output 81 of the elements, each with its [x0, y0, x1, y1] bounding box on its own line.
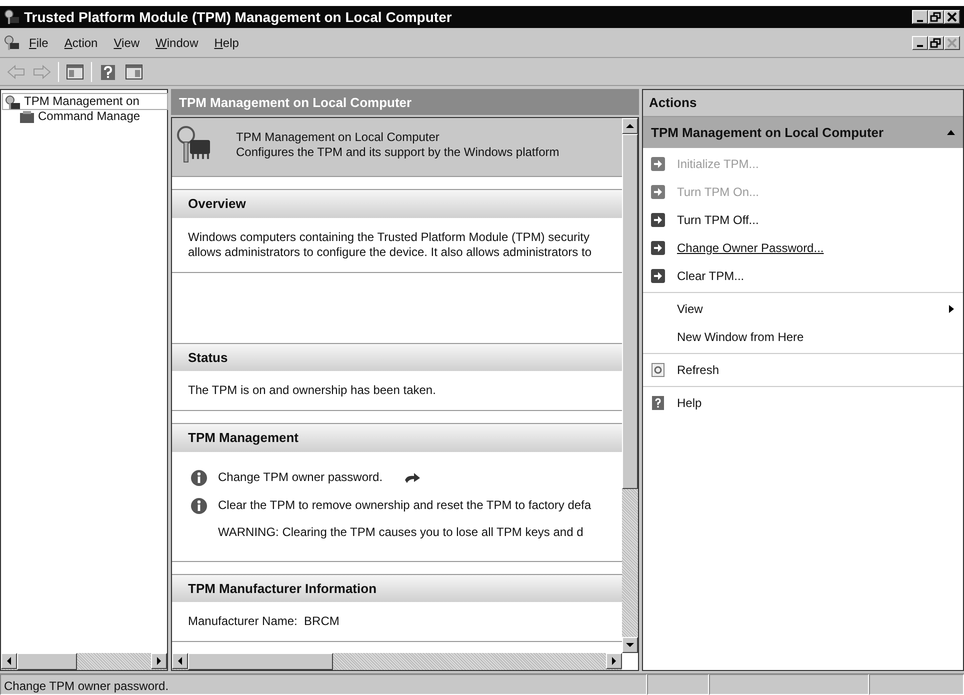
- scroll-thumb[interactable]: [622, 134, 638, 489]
- pane-title: TPM Management on Local Computer: [171, 89, 639, 115]
- app-icon: [4, 9, 20, 25]
- minimize-icon: [917, 45, 923, 47]
- banner-title: TPM Management on Local Computer: [236, 130, 440, 145]
- right-arrow-icon: [155, 657, 163, 665]
- pane-command[interactable]: Turn TPM Off...: [643, 206, 963, 234]
- menu-item[interactable]: Window: [148, 32, 206, 54]
- tree-item[interactable]: TPM Management on: [3, 94, 167, 109]
- pane-command[interactable]: Clear TPM...: [643, 262, 963, 290]
- pane-command[interactable]: Change Owner Password...: [643, 234, 963, 262]
- info-icon: [190, 468, 208, 486]
- link-arrow-icon[interactable]: [402, 472, 421, 484]
- menu-item[interactable]: Action: [57, 32, 105, 54]
- close-icon: [945, 11, 959, 23]
- submenu-arrow-icon: [949, 305, 955, 313]
- menu-item[interactable]: View: [106, 32, 147, 54]
- show-actions-button[interactable]: [124, 62, 144, 80]
- info-icon: [190, 496, 208, 514]
- arrow-icon: [651, 213, 665, 227]
- scroll-right-button[interactable]: [606, 653, 622, 669]
- menu-item[interactable]: File: [22, 32, 56, 54]
- arrow-icon: [651, 185, 665, 199]
- section-header: TPM Management: [172, 423, 622, 452]
- scroll-left-button[interactable]: [1, 653, 17, 669]
- vertical-scrollbar[interactable]: [622, 118, 638, 653]
- banner-description: Configures the TPM and its support by the Windows platform: [236, 145, 560, 160]
- scroll-thumb[interactable]: [188, 653, 333, 670]
- arrow-icon: [651, 241, 665, 255]
- pane-command[interactable]: Help: [643, 389, 963, 417]
- arrow-icon: [651, 157, 665, 171]
- restore-icon: [929, 11, 943, 23]
- menu-item[interactable]: Help: [207, 32, 246, 54]
- close-button[interactable]: [944, 36, 960, 50]
- section-header: TPM Manufacturer Information: [172, 574, 622, 602]
- status-text: Change TPM owner password.: [0, 674, 647, 695]
- key-icon: [5, 94, 21, 108]
- scroll-thumb[interactable]: [17, 653, 77, 670]
- up-arrow-icon: [626, 122, 634, 130]
- warning-text: WARNING: Clearing the TPM causes you to lose all TPM keys and d: [218, 524, 584, 540]
- pane-command[interactable]: Refresh: [643, 356, 963, 384]
- minimize-icon: [917, 20, 923, 22]
- pane-title: Actions: [643, 90, 963, 116]
- refresh-icon: [651, 363, 665, 377]
- help-icon: [651, 396, 665, 410]
- minimize-button[interactable]: [912, 10, 928, 24]
- collapse-icon[interactable]: [947, 129, 955, 136]
- close-button[interactable]: [944, 10, 960, 24]
- tree-item[interactable]: Command Manage: [17, 109, 167, 124]
- left-arrow-icon: [176, 657, 184, 665]
- restore-icon: [929, 36, 943, 48]
- restore-button[interactable]: [928, 36, 944, 50]
- pane-command[interactable]: View: [643, 295, 963, 323]
- task-text: Change TPM owner password.: [218, 470, 383, 485]
- section-header: Status: [172, 342, 622, 371]
- arrow-icon: [651, 269, 665, 283]
- task-text: Clear the TPM to remove ownership and reset the TPM to factory defa: [218, 498, 592, 513]
- section-text: allows administrators to configure the device. It also allows administrators to: [188, 244, 593, 260]
- scroll-right-button[interactable]: [151, 653, 167, 669]
- app-icon: [4, 34, 20, 50]
- show-tree-button[interactable]: [65, 62, 85, 80]
- help-button[interactable]: [98, 62, 118, 80]
- close-icon: [945, 36, 959, 48]
- scroll-up-button[interactable]: [622, 118, 638, 134]
- section-text: The TPM is on and ownership has been taken.: [188, 383, 437, 398]
- horizontal-scrollbar[interactable]: [172, 653, 622, 670]
- left-arrow-icon: [5, 657, 13, 665]
- restore-button[interactable]: [928, 10, 944, 24]
- horizontal-scrollbar[interactable]: [1, 653, 167, 670]
- right-arrow-icon: [610, 657, 618, 665]
- section-text: Manufacturer Name: BRCM: [188, 614, 340, 629]
- scroll-left-button[interactable]: [172, 653, 188, 669]
- minimize-button[interactable]: [912, 36, 928, 50]
- pane-command[interactable]: New Window from Here: [643, 323, 963, 351]
- section-text: Windows computers containing the Trusted Platform Module (TPM) security: [188, 230, 590, 244]
- section-header: Overview: [172, 189, 622, 218]
- down-arrow-icon: [626, 641, 634, 649]
- folder-icon: [19, 110, 35, 124]
- window-title: Trusted Platform Module (TPM) Management on Local Computer: [24, 8, 452, 27]
- group-title: TPM Management on Local Computer: [651, 124, 884, 142]
- scroll-down-button[interactable]: [622, 637, 638, 653]
